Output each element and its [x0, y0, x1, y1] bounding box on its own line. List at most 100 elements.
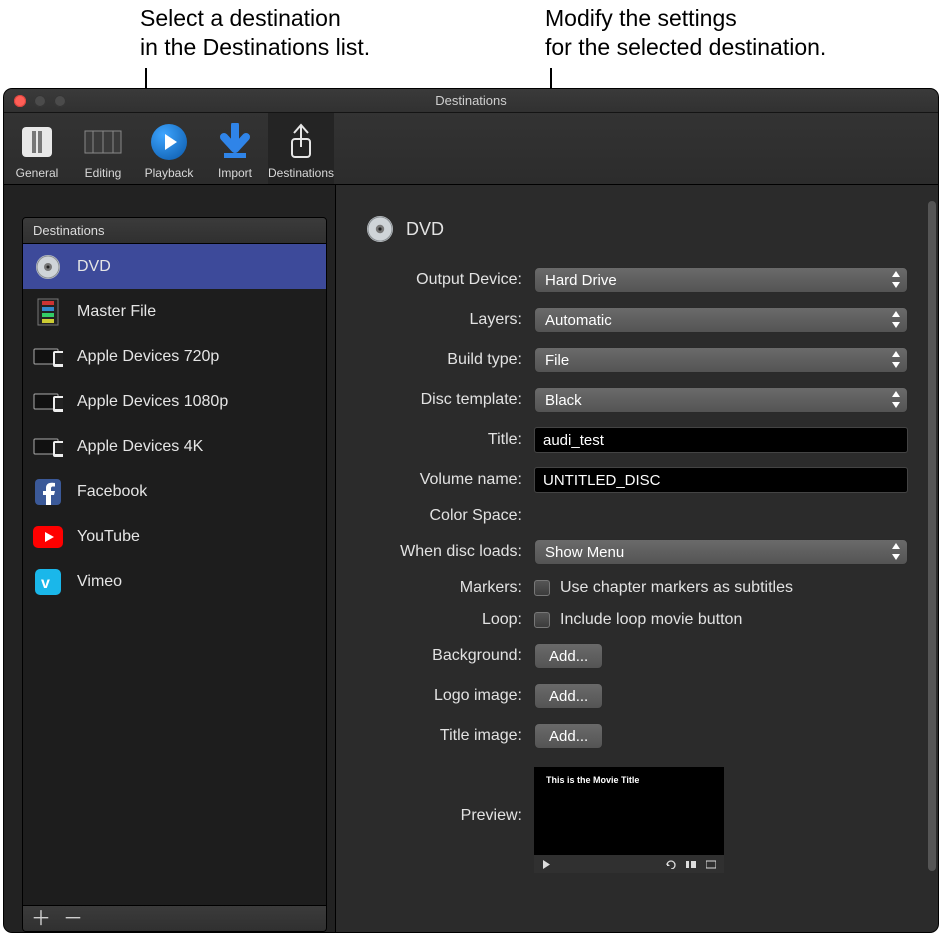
- destination-item-vimeo[interactable]: v Vimeo: [23, 559, 326, 604]
- layers-label: Layers:: [366, 311, 522, 329]
- title-image-label: Title image:: [366, 727, 522, 745]
- chevron-updown-icon: [891, 351, 901, 368]
- tab-general[interactable]: General: [4, 113, 70, 184]
- background-label: Background:: [366, 647, 522, 665]
- disc-template-label: Disc template:: [366, 391, 522, 409]
- logo-image-add-button[interactable]: Add...: [534, 683, 603, 709]
- window-title: Destinations: [4, 89, 938, 113]
- tab-editing[interactable]: Editing: [70, 113, 136, 184]
- layers-value: Automatic: [545, 312, 612, 329]
- title-label: Title:: [366, 431, 522, 449]
- callout-left: Select a destination in the Destinations…: [140, 4, 460, 62]
- vertical-scrollbar[interactable]: [928, 201, 936, 871]
- loop-label: Loop:: [366, 611, 522, 629]
- preferences-window: Destinations General Editing Playback: [4, 89, 938, 932]
- tab-label: Import: [218, 166, 252, 180]
- destination-label: Apple Devices 4K: [77, 438, 203, 456]
- devices-icon: [33, 387, 63, 417]
- disc-template-select[interactable]: Black: [534, 387, 908, 413]
- destination-detail-panel: DVD Output Device: Hard Drive Layers: Au: [336, 185, 938, 932]
- build-type-value: File: [545, 352, 569, 369]
- preview-play-icon[interactable]: [542, 860, 551, 869]
- sidebar-header: Destinations: [23, 218, 326, 244]
- destinations-sidebar: Destinations DVD Master Fi: [4, 185, 336, 932]
- tab-playback[interactable]: Playback: [136, 113, 202, 184]
- destination-item-apple-720p[interactable]: Apple Devices 720p: [23, 334, 326, 379]
- when-disc-loads-label: When disc loads:: [366, 543, 522, 561]
- film-icon: [33, 297, 63, 327]
- add-destination-button[interactable]: ＋: [31, 909, 51, 929]
- devices-icon: [33, 432, 63, 462]
- sidebar-footer: ＋ －: [23, 905, 326, 931]
- svg-text:v: v: [41, 575, 50, 592]
- tab-import[interactable]: Import: [202, 113, 268, 184]
- output-device-label: Output Device:: [366, 271, 522, 289]
- preview-controls: [534, 855, 724, 873]
- disc-template-value: Black: [545, 392, 582, 409]
- preview-chapters-icon[interactable]: [686, 860, 696, 869]
- destinations-icon: [281, 122, 321, 162]
- destinations-list: DVD Master File Apple De: [23, 244, 326, 905]
- vimeo-icon: v: [33, 567, 63, 597]
- chevron-updown-icon: [891, 543, 901, 560]
- preview-loop-icon[interactable]: [666, 860, 676, 869]
- volume-name-label: Volume name:: [366, 471, 522, 489]
- youtube-icon: [33, 522, 63, 552]
- markers-text: Use chapter markers as subtitles: [560, 579, 793, 597]
- loop-checkbox[interactable]: [534, 612, 550, 628]
- logo-image-label: Logo image:: [366, 687, 522, 705]
- facebook-icon: [33, 477, 63, 507]
- title-image-add-button[interactable]: Add...: [534, 723, 603, 749]
- markers-label: Markers:: [366, 579, 522, 597]
- background-add-button[interactable]: Add...: [534, 643, 603, 669]
- disc-icon: [366, 215, 394, 243]
- volume-name-field[interactable]: UNTITLED_DISC: [534, 467, 908, 493]
- tab-destinations[interactable]: Destinations: [268, 113, 334, 184]
- destination-item-youtube[interactable]: YouTube: [23, 514, 326, 559]
- when-disc-loads-select[interactable]: Show Menu: [534, 539, 908, 565]
- volume-name-value: UNTITLED_DISC: [543, 472, 661, 489]
- tab-label: Destinations: [268, 166, 334, 180]
- destination-label: Facebook: [77, 483, 147, 501]
- tab-label: Playback: [145, 166, 194, 180]
- preview-label: Preview:: [366, 767, 522, 825]
- destination-label: DVD: [77, 258, 111, 276]
- destination-item-dvd[interactable]: DVD: [23, 244, 326, 289]
- destination-item-apple-4k[interactable]: Apple Devices 4K: [23, 424, 326, 469]
- when-disc-loads-value: Show Menu: [545, 544, 624, 561]
- editing-icon: [83, 122, 123, 162]
- chevron-updown-icon: [891, 391, 901, 408]
- destination-label: Apple Devices 720p: [77, 348, 219, 366]
- callout-right: Modify the settings for the selected des…: [545, 4, 935, 62]
- preview-caption: This is the Movie Title: [546, 775, 639, 785]
- markers-checkbox[interactable]: [534, 580, 550, 596]
- destination-item-facebook[interactable]: Facebook: [23, 469, 326, 514]
- playback-icon: [149, 122, 189, 162]
- title-value: audi_test: [543, 432, 604, 449]
- title-field[interactable]: audi_test: [534, 427, 908, 453]
- general-icon: [17, 122, 57, 162]
- chevron-updown-icon: [891, 311, 901, 328]
- destination-item-apple-1080p[interactable]: Apple Devices 1080p: [23, 379, 326, 424]
- output-device-select[interactable]: Hard Drive: [534, 267, 908, 293]
- chevron-updown-icon: [891, 271, 901, 288]
- output-device-value: Hard Drive: [545, 272, 617, 289]
- devices-icon: [33, 342, 63, 372]
- preview-menu-icon[interactable]: [706, 860, 716, 869]
- preview-thumbnail: This is the Movie Title: [534, 767, 724, 873]
- destination-item-master-file[interactable]: Master File: [23, 289, 326, 334]
- titlebar: Destinations: [4, 89, 938, 113]
- build-type-label: Build type:: [366, 351, 522, 369]
- disc-icon: [33, 252, 63, 282]
- detail-title: DVD: [406, 219, 444, 240]
- tab-label: Editing: [85, 166, 122, 180]
- destination-label: Apple Devices 1080p: [77, 393, 228, 411]
- layers-select[interactable]: Automatic: [534, 307, 908, 333]
- remove-destination-button[interactable]: －: [63, 909, 83, 929]
- destination-label: Master File: [77, 303, 156, 321]
- build-type-select[interactable]: File: [534, 347, 908, 373]
- destination-label: Vimeo: [77, 573, 122, 591]
- loop-text: Include loop movie button: [560, 611, 742, 629]
- destination-label: YouTube: [77, 528, 140, 546]
- import-icon: [215, 122, 255, 162]
